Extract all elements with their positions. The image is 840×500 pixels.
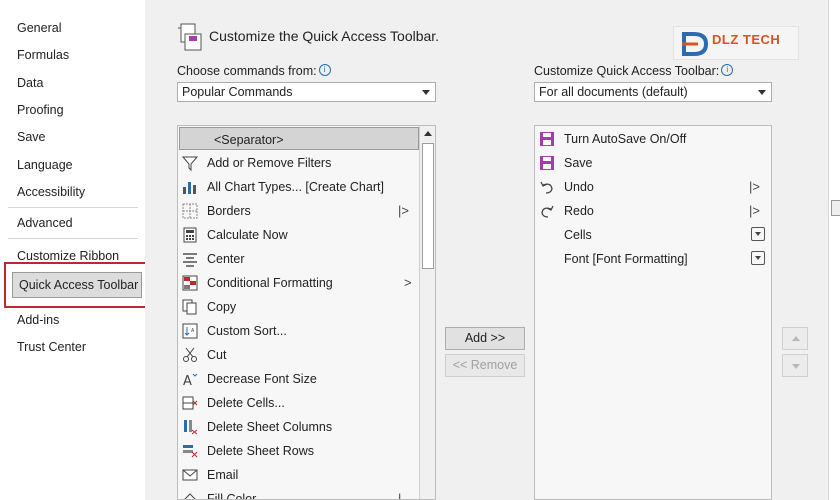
list-item[interactable]: Redo |> — [535, 199, 771, 223]
list-item[interactable]: Borders |> — [178, 199, 435, 223]
nav-item-language[interactable]: Language — [17, 158, 73, 172]
commands-list-scrollbar[interactable] — [419, 126, 435, 499]
list-item[interactable]: Delete Sheet Rows — [178, 439, 435, 463]
list-item[interactable]: Delete Cells... — [178, 391, 435, 415]
split-chevron-icon: | — [398, 491, 402, 500]
decrease-font-icon: A — [183, 373, 198, 387]
email-icon — [182, 469, 198, 481]
customize-toolbar-label: Customize Quick Access Toolbar: i — [534, 64, 734, 78]
selected-highlight-box: Quick Access Toolbar — [4, 262, 152, 308]
dlz-tech-logo: DLZ TECH — [673, 26, 799, 60]
chart-icon — [183, 182, 196, 194]
nav-item-general[interactable]: General — [17, 21, 61, 35]
add-button[interactable]: Add >> — [445, 327, 525, 350]
list-item[interactable]: Fill Color | — [178, 487, 435, 500]
arrow-down-icon — [792, 364, 800, 369]
list-item[interactable]: A Custom Sort... — [178, 319, 435, 343]
autosave-icon — [540, 132, 554, 146]
nav-item-customize-ribbon[interactable]: Customize Ribbon — [17, 249, 119, 263]
toolbar-commands-list[interactable]: Turn AutoSave On/Off Save Undo |> Redo |… — [534, 125, 772, 500]
info-icon: i — [721, 64, 734, 76]
options-nav: General Formulas Data Proofing Save Lang… — [0, 0, 152, 500]
window-edge — [828, 0, 840, 500]
chevron-down-icon — [422, 90, 430, 95]
filter-icon — [182, 156, 198, 171]
conditional-formatting-icon — [182, 275, 198, 291]
copy-icon — [182, 299, 197, 315]
delete-cells-icon — [182, 396, 198, 410]
save-icon — [540, 156, 554, 170]
scroll-up-button[interactable] — [420, 126, 435, 142]
commands-list[interactable]: <Separator> Add or Remove Filters All Ch… — [177, 125, 436, 500]
list-item[interactable]: Turn AutoSave On/Off — [535, 127, 771, 151]
list-item[interactable]: Calculate Now — [178, 223, 435, 247]
nav-item-formulas[interactable]: Formulas — [17, 48, 69, 62]
dropdown-icon — [751, 251, 765, 265]
split-chevron-icon: |> — [398, 203, 409, 218]
nav-item-label: Quick Access Toolbar — [19, 278, 139, 292]
info-icon: i — [318, 64, 331, 76]
list-item[interactable]: <Separator> — [179, 127, 419, 150]
logo-icon — [682, 32, 709, 56]
nav-item-proofing[interactable]: Proofing — [17, 103, 64, 117]
nav-item-quick-access-toolbar[interactable]: Quick Access Toolbar — [12, 272, 142, 298]
list-item[interactable]: A Decrease Font Size — [178, 367, 435, 391]
scroll-thumb[interactable] — [422, 143, 434, 269]
list-item[interactable]: Delete Sheet Columns — [178, 415, 435, 439]
nav-item-trust-center[interactable]: Trust Center — [17, 340, 86, 354]
list-item[interactable]: Email — [178, 463, 435, 487]
nav-divider — [8, 207, 138, 208]
list-item[interactable]: Copy — [178, 295, 435, 319]
undo-icon — [540, 181, 553, 194]
move-up-button[interactable] — [782, 327, 808, 350]
quick-access-toolbar-icon — [178, 23, 202, 51]
list-item[interactable]: All Chart Types... [Create Chart] — [178, 175, 435, 199]
list-item[interactable]: Undo |> — [535, 175, 771, 199]
align-center-icon — [183, 253, 197, 267]
dropdown-icon — [751, 227, 765, 241]
list-item[interactable]: Save — [535, 151, 771, 175]
list-item[interactable]: Center — [178, 247, 435, 271]
remove-button[interactable]: << Remove — [445, 354, 525, 377]
toolbar-scope-dropdown[interactable]: For all documents (default) — [534, 82, 772, 102]
move-down-button[interactable] — [782, 354, 808, 377]
logo-text: DLZ TECH — [712, 32, 781, 47]
sort-icon: A — [182, 323, 198, 339]
delete-columns-icon — [184, 420, 198, 435]
list-item[interactable]: Cells — [535, 223, 771, 247]
choose-commands-label: Choose commands from: i — [177, 64, 331, 78]
choose-commands-dropdown[interactable]: Popular Commands — [177, 82, 436, 102]
nav-item-add-ins[interactable]: Add-ins — [17, 313, 59, 327]
list-item[interactable]: Add or Remove Filters — [178, 151, 435, 175]
list-item[interactable]: Font [Font Formatting] — [535, 247, 771, 271]
scissors-icon — [183, 347, 197, 362]
split-chevron-icon: |> — [749, 179, 760, 194]
list-item[interactable]: Cut — [178, 343, 435, 367]
borders-icon — [182, 203, 198, 219]
nav-divider — [8, 238, 138, 239]
nav-item-save[interactable]: Save — [17, 130, 46, 144]
calculator-icon — [183, 227, 197, 243]
list-item[interactable]: Conditional Formatting > — [178, 271, 435, 295]
fill-color-icon — [184, 493, 196, 499]
svg-text:A: A — [183, 374, 192, 387]
page-title: Customize the Quick Access Toolbar. — [209, 28, 440, 44]
nav-item-advanced[interactable]: Advanced — [17, 216, 73, 230]
chevron-down-icon — [758, 90, 766, 95]
delete-rows-icon — [183, 445, 198, 458]
split-chevron-icon: |> — [749, 203, 760, 218]
chevron-right-icon: > — [404, 275, 412, 290]
redo-icon — [541, 205, 554, 218]
arrow-up-icon — [792, 336, 800, 341]
nav-item-accessibility[interactable]: Accessibility — [17, 185, 85, 199]
nav-item-data[interactable]: Data — [17, 76, 43, 90]
